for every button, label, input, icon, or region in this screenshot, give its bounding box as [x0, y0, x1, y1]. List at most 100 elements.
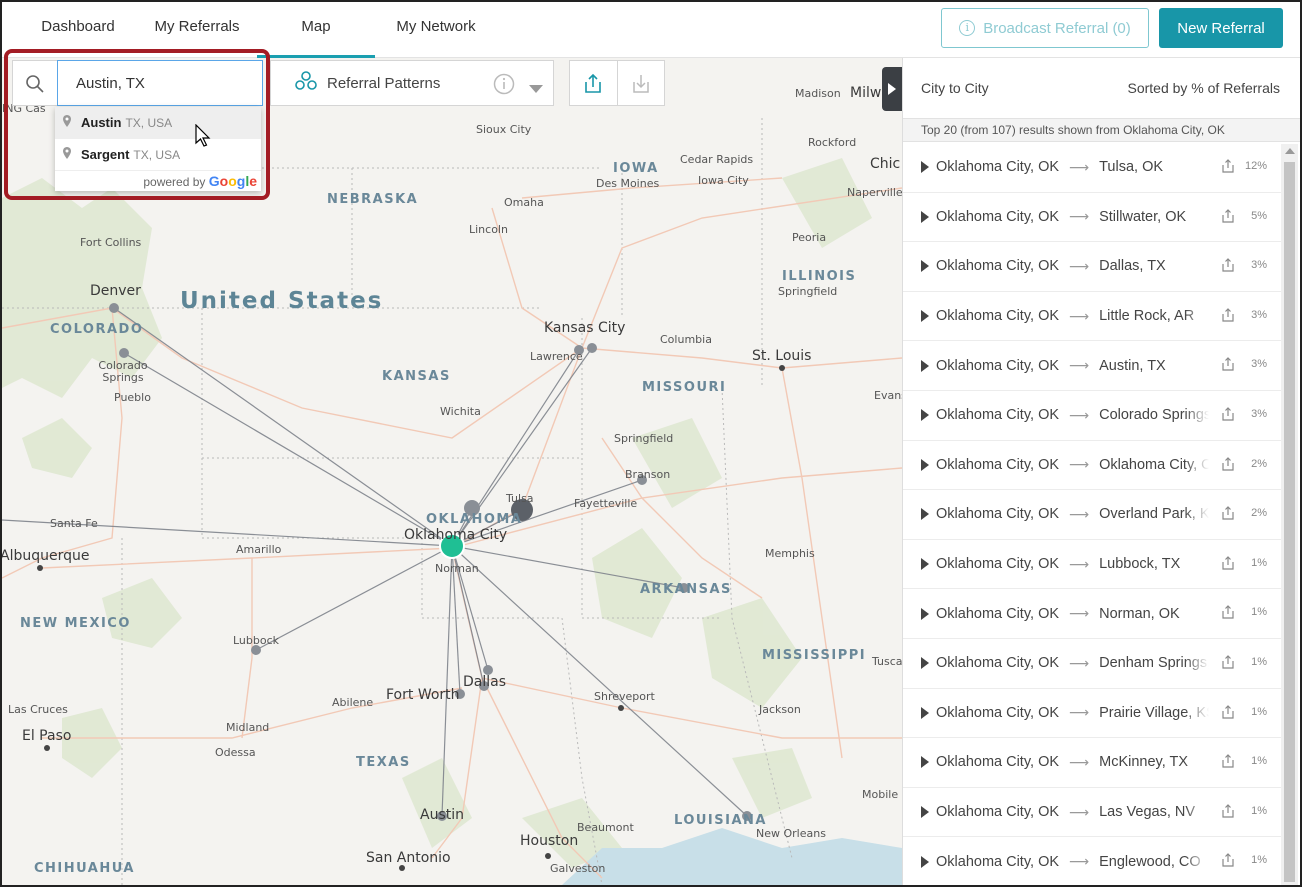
state-label: NEBRASKA: [327, 192, 419, 207]
city-label: Wichita: [440, 405, 481, 418]
referral-patterns-control[interactable]: Referral Patterns: [270, 60, 554, 106]
expand-triangle-icon[interactable]: [921, 806, 929, 819]
broadcast-referral-button[interactable]: i Broadcast Referral (0): [941, 8, 1149, 48]
referral-patterns-label: Referral Patterns: [327, 74, 441, 92]
export-icon[interactable]: [1221, 506, 1235, 524]
tab-my-network[interactable]: My Network: [382, 2, 490, 58]
expand-triangle-icon[interactable]: [921, 161, 929, 174]
referral-row[interactable]: Oklahoma City, OK ⟶ Prairie Village, KS …: [903, 689, 1281, 739]
referral-row[interactable]: Oklahoma City, OK ⟶ Las Vegas, NV 1%: [903, 788, 1281, 838]
scrollbar-thumb[interactable]: [1284, 162, 1295, 882]
sort-label[interactable]: Sorted by % of Referrals: [1127, 80, 1280, 96]
city-label: Jackson: [759, 703, 801, 716]
export-icon[interactable]: [1221, 307, 1235, 326]
scroll-up-icon[interactable]: [1285, 148, 1295, 154]
panel-toggle-button[interactable]: [882, 67, 902, 111]
city-label: Oklahoma City: [404, 527, 508, 543]
arrow-right-icon: ⟶: [1069, 307, 1090, 324]
expand-triangle-icon[interactable]: [921, 210, 929, 223]
referral-row[interactable]: Oklahoma City, OK ⟶ Norman, OK 1%: [903, 589, 1281, 639]
referral-row[interactable]: Oklahoma City, OK ⟶ Denham Springs, LA 1…: [903, 639, 1281, 689]
expand-triangle-icon[interactable]: [921, 607, 929, 620]
city-label: St. Louis: [752, 348, 812, 364]
city-label: Kansas City: [544, 320, 626, 336]
row-destination: Dallas, TX: [1099, 258, 1166, 275]
state-label: NEW MEXICO: [20, 616, 131, 631]
city-label: Norman: [435, 562, 479, 575]
referral-row[interactable]: Oklahoma City, OK ⟶ Oklahoma City, OK 2%: [903, 441, 1281, 491]
expand-triangle-icon[interactable]: [921, 855, 929, 868]
info-icon[interactable]: [493, 73, 515, 100]
scrollbar[interactable]: [1281, 144, 1298, 885]
tab-map[interactable]: Map: [257, 2, 375, 58]
export-icon[interactable]: [1221, 803, 1235, 822]
suggestion-name: Sargent: [81, 147, 130, 162]
state-label: COLORADO: [50, 322, 144, 337]
chevron-down-icon[interactable]: [529, 80, 543, 98]
city-label: Chic: [870, 156, 901, 172]
row-percent: 1%: [1251, 705, 1267, 718]
row-percent: 1%: [1251, 606, 1267, 619]
export-icon[interactable]: [1221, 159, 1235, 177]
export-icon[interactable]: [1221, 258, 1235, 276]
export-icon[interactable]: [1221, 655, 1235, 673]
export-icon[interactable]: [1221, 605, 1235, 623]
city-label: Denver: [90, 283, 141, 299]
city-label: Tulsa: [506, 492, 534, 505]
tab-my-referrals[interactable]: My Referrals: [142, 2, 252, 58]
city-label: Springfield: [614, 432, 674, 445]
referral-row[interactable]: Oklahoma City, OK ⟶ Tulsa, OK 12%: [903, 143, 1281, 193]
city-label: Houston: [520, 833, 579, 849]
row-origin: Oklahoma City, OK: [936, 159, 1060, 176]
referral-row[interactable]: Oklahoma City, OK ⟶ Overland Park, KS 2%: [903, 490, 1281, 540]
city-label: Springfield: [778, 285, 838, 298]
expand-triangle-icon[interactable]: [921, 508, 929, 521]
arrow-right-icon: ⟶: [1069, 456, 1090, 473]
city-label: Iowa City: [698, 174, 749, 187]
referral-row[interactable]: Oklahoma City, OK ⟶ Austin, TX 3%: [903, 341, 1281, 391]
row-percent: 1%: [1251, 655, 1267, 668]
suggestion-item[interactable]: Sargent TX, USA: [55, 139, 261, 171]
export-icon[interactable]: [1221, 357, 1235, 375]
city-label: Branson: [625, 468, 671, 481]
export-icon[interactable]: [1221, 208, 1235, 227]
export-icon[interactable]: [1221, 456, 1235, 475]
referral-row[interactable]: Oklahoma City, OK ⟶ Lubbock, TX 1%: [903, 540, 1281, 590]
search-icon[interactable]: [13, 61, 57, 107]
search-input[interactable]: [57, 60, 263, 106]
expand-triangle-icon[interactable]: [921, 409, 929, 422]
expand-triangle-icon[interactable]: [921, 706, 929, 719]
tab-dashboard[interactable]: Dashboard: [22, 2, 134, 58]
expand-triangle-icon[interactable]: [921, 558, 929, 571]
row-destination: Oklahoma City, OK: [1099, 456, 1210, 473]
new-referral-button[interactable]: New Referral: [1159, 8, 1283, 48]
export-icon[interactable]: [1221, 704, 1235, 723]
expand-triangle-icon[interactable]: [921, 310, 929, 323]
expand-triangle-icon[interactable]: [921, 657, 929, 670]
referral-row[interactable]: Oklahoma City, OK ⟶ Englewood, CO 1%: [903, 837, 1281, 887]
map-pin-icon: [63, 147, 71, 162]
export-icon[interactable]: [1221, 853, 1235, 871]
city-label: Albuquerque: [2, 548, 90, 564]
expand-triangle-icon[interactable]: [921, 260, 929, 273]
export-icon[interactable]: [1221, 555, 1235, 574]
export-icon[interactable]: [570, 61, 617, 105]
city-label: Omaha: [504, 196, 544, 209]
expand-triangle-icon[interactable]: [921, 756, 929, 769]
mouse-cursor-icon: [195, 124, 211, 147]
referral-row[interactable]: Oklahoma City, OK ⟶ Stillwater, OK 5%: [903, 193, 1281, 243]
export-icon[interactable]: [1221, 407, 1235, 425]
import-icon[interactable]: [616, 61, 664, 105]
referral-row[interactable]: Oklahoma City, OK ⟶ Colorado Springs, CO…: [903, 391, 1281, 441]
expand-triangle-icon[interactable]: [921, 458, 929, 471]
city-label: Austin: [420, 807, 464, 823]
referral-row[interactable]: Oklahoma City, OK ⟶ Dallas, TX 3%: [903, 242, 1281, 292]
row-destination: Tulsa, OK: [1099, 159, 1164, 176]
expand-triangle-icon[interactable]: [921, 359, 929, 372]
referral-row[interactable]: Oklahoma City, OK ⟶ McKinney, TX 1%: [903, 738, 1281, 788]
city-label: Amarillo: [236, 543, 282, 556]
export-icon[interactable]: [1221, 754, 1235, 772]
city-label: Cedar Rapids: [680, 153, 754, 166]
suggestion-item[interactable]: Austin TX, USA: [55, 107, 261, 139]
referral-row[interactable]: Oklahoma City, OK ⟶ Little Rock, AR 3%: [903, 292, 1281, 342]
